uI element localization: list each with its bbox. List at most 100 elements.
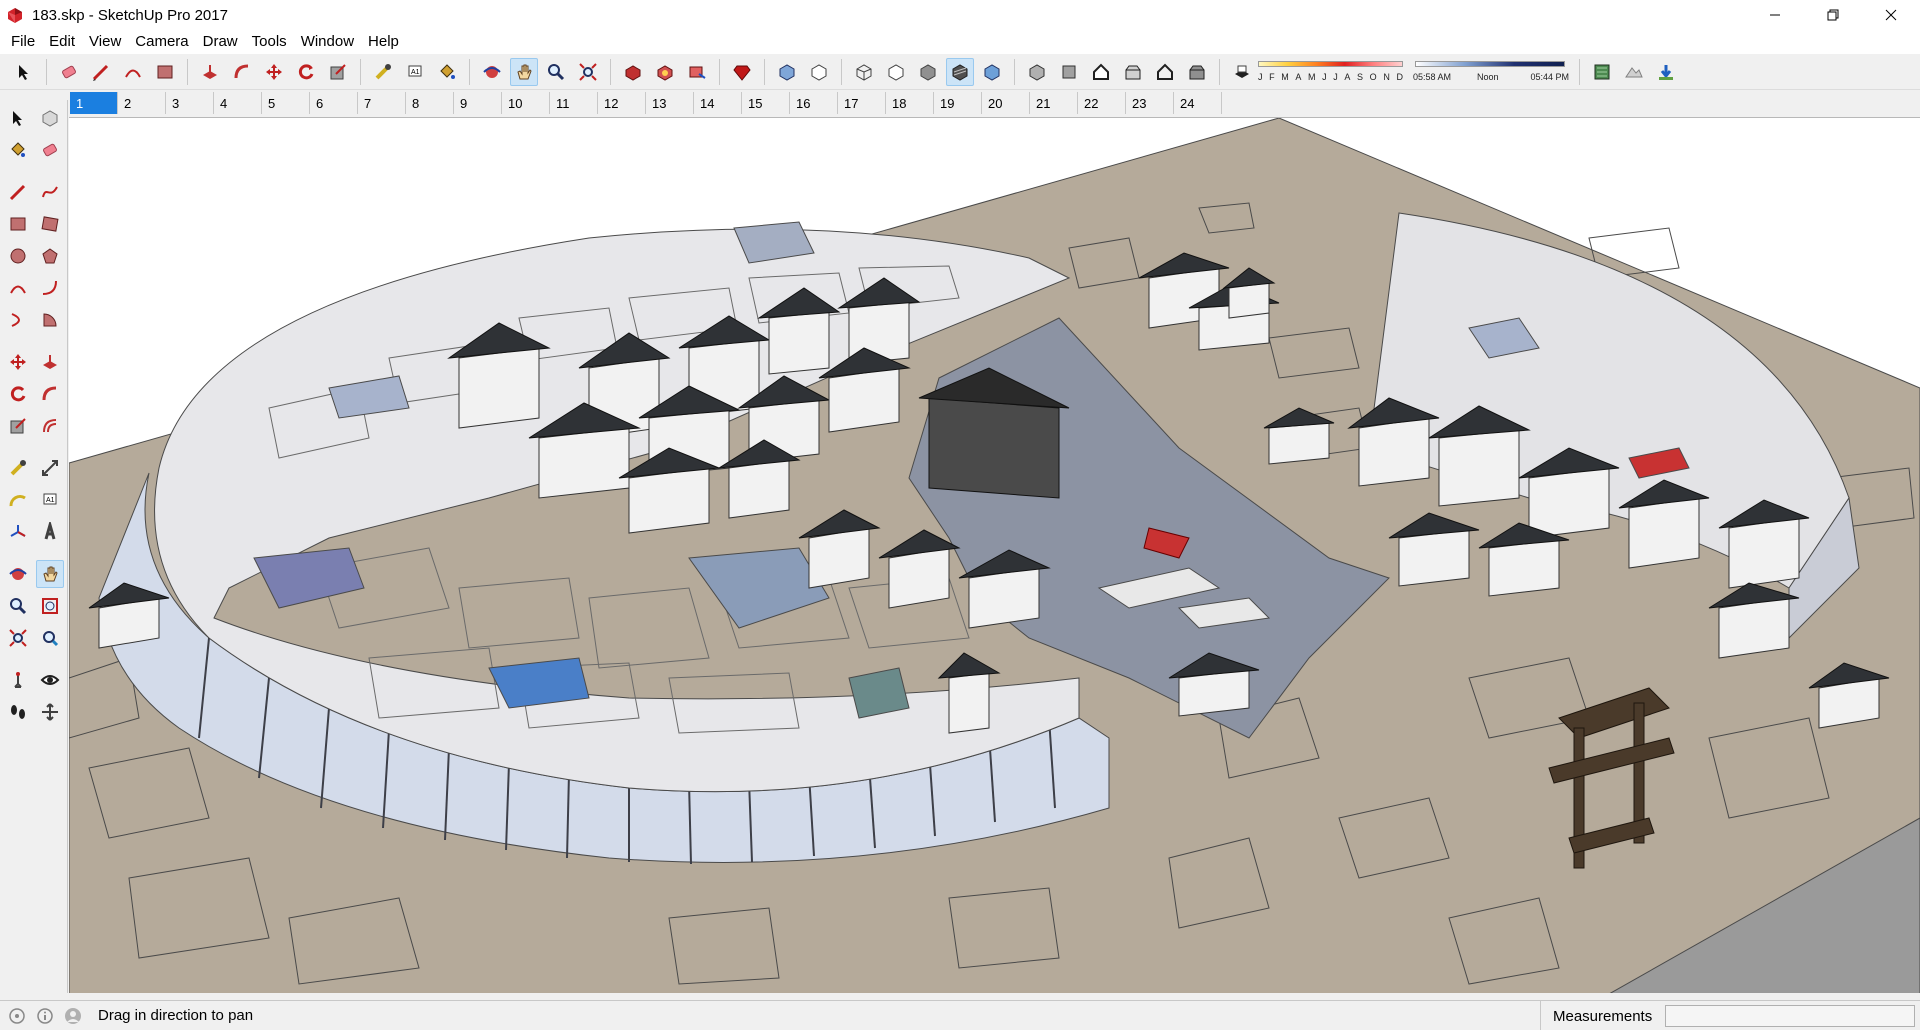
- scene-tab[interactable]: 1: [70, 92, 118, 114]
- add-location-button[interactable]: [1588, 58, 1616, 86]
- three-point-arc-button[interactable]: [4, 306, 32, 334]
- zoom-button[interactable]: [542, 58, 570, 86]
- make-component-button[interactable]: [36, 104, 64, 132]
- scene-tab[interactable]: 5: [262, 92, 310, 114]
- menu-view[interactable]: View: [82, 30, 128, 54]
- menu-file[interactable]: File: [4, 30, 42, 54]
- model-viewport[interactable]: [69, 117, 1920, 993]
- warehouse-button[interactable]: [619, 58, 647, 86]
- measurements-input[interactable]: [1665, 1005, 1915, 1027]
- pie-button[interactable]: [36, 306, 64, 334]
- move-button[interactable]: [4, 348, 32, 376]
- iso-view-button[interactable]: [1023, 58, 1051, 86]
- zoom-extents-button[interactable]: [574, 58, 602, 86]
- scene-tab[interactable]: 15: [742, 92, 790, 114]
- left-view-button[interactable]: [1183, 58, 1211, 86]
- share-component-button[interactable]: [651, 58, 679, 86]
- protractor-button[interactable]: [4, 486, 32, 514]
- paint-bucket-button[interactable]: [4, 136, 32, 164]
- scene-tab[interactable]: 14: [694, 92, 742, 114]
- scene-tab[interactable]: 9: [454, 92, 502, 114]
- line-tool-button[interactable]: [4, 178, 32, 206]
- wireframe-button[interactable]: [850, 58, 878, 86]
- menu-camera[interactable]: Camera: [128, 30, 195, 54]
- shape-tool-button[interactable]: [151, 58, 179, 86]
- tape-measure-button[interactable]: [369, 58, 397, 86]
- scene-tab[interactable]: 10: [502, 92, 550, 114]
- scene-tab[interactable]: 4: [214, 92, 262, 114]
- dimension-button[interactable]: [36, 454, 64, 482]
- extension-warehouse-button[interactable]: [728, 58, 756, 86]
- tape-measure-button[interactable]: [4, 454, 32, 482]
- freehand-button[interactable]: [36, 178, 64, 206]
- polygon-button[interactable]: [36, 242, 64, 270]
- push-pull-button[interactable]: [196, 58, 224, 86]
- pan-button[interactable]: [510, 57, 538, 86]
- pan-button[interactable]: [36, 560, 64, 588]
- scene-tab[interactable]: 13: [646, 92, 694, 114]
- scene-tab[interactable]: 3: [166, 92, 214, 114]
- scene-tab[interactable]: 2: [118, 92, 166, 114]
- scale-button[interactable]: [324, 58, 352, 86]
- top-view-button[interactable]: [1055, 58, 1083, 86]
- shaded-textures-button[interactable]: [946, 57, 974, 86]
- scene-tab[interactable]: 17: [838, 92, 886, 114]
- arc-button[interactable]: [4, 274, 32, 302]
- 3d-text-button[interactable]: [36, 518, 64, 546]
- menu-edit[interactable]: Edit: [42, 30, 82, 54]
- eraser-button[interactable]: [36, 136, 64, 164]
- back-edges-button[interactable]: [805, 58, 833, 86]
- date-slider[interactable]: J F M A M J J A S O N D: [1258, 58, 1403, 86]
- orbit-button[interactable]: [478, 58, 506, 86]
- time-slider[interactable]: 05:58 AM Noon 05:44 PM: [1413, 58, 1569, 86]
- rectangle-button[interactable]: [4, 210, 32, 238]
- front-view-button[interactable]: [1087, 58, 1115, 86]
- arc-tool-button[interactable]: [119, 58, 147, 86]
- geo-location-status[interactable]: [6, 1005, 28, 1027]
- push-pull-button[interactable]: [36, 348, 64, 376]
- offset-button[interactable]: [36, 412, 64, 440]
- menu-window[interactable]: Window: [294, 30, 361, 54]
- menu-draw[interactable]: Draw: [196, 30, 245, 54]
- two-point-arc-button[interactable]: [36, 274, 64, 302]
- scene-tab[interactable]: 23: [1126, 92, 1174, 114]
- scene-tab[interactable]: 22: [1078, 92, 1126, 114]
- move-button[interactable]: [260, 58, 288, 86]
- scene-tab[interactable]: 6: [310, 92, 358, 114]
- zoom-button[interactable]: [4, 592, 32, 620]
- walk-button[interactable]: [4, 698, 32, 726]
- eraser-button[interactable]: [55, 58, 83, 86]
- scene-tab[interactable]: 18: [886, 92, 934, 114]
- hidden-line-button[interactable]: [882, 58, 910, 86]
- scene-tab[interactable]: 21: [1030, 92, 1078, 114]
- scene-tab[interactable]: 12: [598, 92, 646, 114]
- scene-tab[interactable]: 8: [406, 92, 454, 114]
- select-tool-button[interactable]: [4, 104, 32, 132]
- shadow-toggle-button[interactable]: [1228, 58, 1256, 86]
- orbit-button[interactable]: [4, 560, 32, 588]
- scale-button[interactable]: [4, 412, 32, 440]
- zoom-extents-button[interactable]: [4, 624, 32, 652]
- follow-me-button[interactable]: [36, 380, 64, 408]
- share-model-button[interactable]: [683, 58, 711, 86]
- scene-tab[interactable]: 11: [550, 92, 598, 114]
- user-sign-in-status[interactable]: [62, 1005, 84, 1027]
- scene-tab[interactable]: 24: [1174, 92, 1222, 114]
- back-view-button[interactable]: [1151, 58, 1179, 86]
- position-camera-button[interactable]: [4, 666, 32, 694]
- close-button[interactable]: [1862, 0, 1920, 30]
- select-tool-button[interactable]: [10, 58, 38, 86]
- scene-tab[interactable]: 20: [982, 92, 1030, 114]
- section-plane-button[interactable]: [36, 698, 64, 726]
- right-view-button[interactable]: [1119, 58, 1147, 86]
- follow-me-button[interactable]: [228, 58, 256, 86]
- minimize-button[interactable]: [1746, 0, 1804, 30]
- menu-tools[interactable]: Tools: [245, 30, 294, 54]
- look-around-button[interactable]: [36, 666, 64, 694]
- previous-view-button[interactable]: [36, 624, 64, 652]
- line-tool-button[interactable]: [87, 58, 115, 86]
- rotate-button[interactable]: [292, 58, 320, 86]
- circle-button[interactable]: [4, 242, 32, 270]
- get-models-button[interactable]: [1652, 58, 1680, 86]
- monochrome-button[interactable]: [978, 58, 1006, 86]
